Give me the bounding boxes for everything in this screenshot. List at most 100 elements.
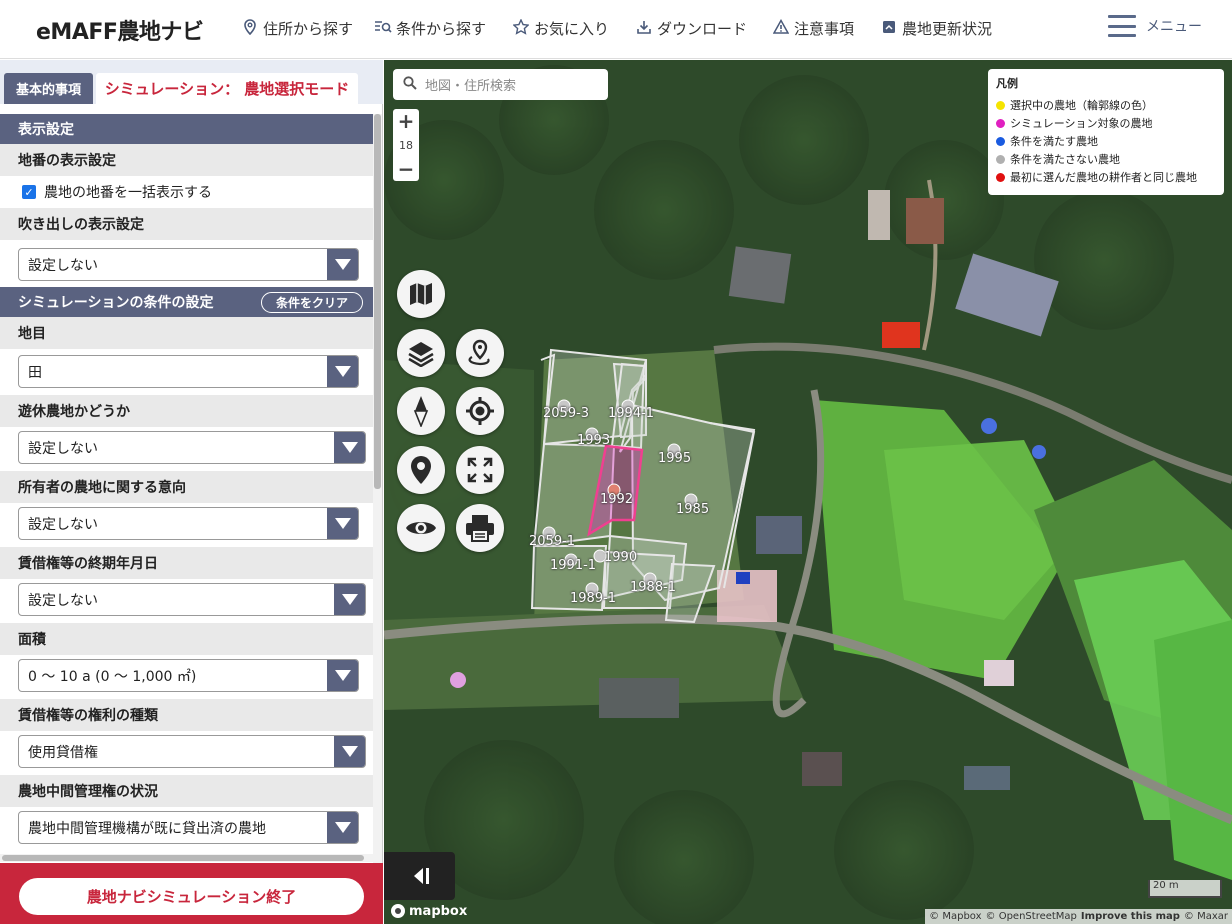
land-category-row: 田: [0, 349, 373, 389]
area-select[interactable]: 0 ～ 10 a (0 ～ 1,000 ㎡): [18, 659, 359, 692]
owner-intent-row: 設定しない: [0, 503, 373, 543]
visibility-button[interactable]: [397, 504, 445, 552]
parcel-label[interactable]: 1988-1: [630, 580, 676, 595]
legend-item: シミュレーション対象の農地: [996, 114, 1216, 132]
attrib-improve[interactable]: Improve this map: [1081, 911, 1180, 922]
parcel-label[interactable]: 2059-3: [543, 406, 589, 421]
horizontal-scrollbar[interactable]: [0, 854, 373, 862]
end-simulation-button[interactable]: 農地ナビシミュレーション終了: [19, 878, 364, 915]
parcel-label[interactable]: 1990: [604, 550, 637, 565]
fullscreen-button[interactable]: [456, 446, 504, 494]
nav-download[interactable]: ダウンロード: [635, 18, 747, 39]
nav-notes[interactable]: 注意事項: [772, 18, 854, 39]
vertical-scrollbar[interactable]: [373, 114, 382, 914]
checkbox-checked-icon[interactable]: ✓: [22, 185, 36, 199]
parcel-label[interactable]: 1985: [676, 502, 709, 517]
lease-type-row: 使用貸借権: [0, 731, 373, 771]
printer-icon: [466, 515, 494, 542]
layers-icon: [408, 342, 434, 367]
nav-favorites[interactable]: お気に入り: [512, 17, 609, 39]
search-placeholder: 地図・住所検索: [425, 79, 517, 94]
nav-label: 住所から探す: [263, 20, 354, 38]
display-settings-header: 表示設定: [0, 114, 373, 144]
chevron-down-icon: [327, 356, 358, 387]
parcel-label[interactable]: 2059-1: [529, 534, 575, 549]
collapse-left-icon: [413, 868, 429, 884]
warning-icon: [772, 18, 790, 39]
lease-end-date-select[interactable]: 設定しない: [18, 583, 366, 616]
intermediary-status-row: 農地中間管理機構が既に貸出済の農地: [0, 807, 373, 847]
chevron-down-icon: [334, 736, 365, 767]
clear-conditions-button[interactable]: 条件をクリア: [261, 292, 363, 313]
chevron-down-icon: [327, 508, 358, 539]
attrib-osm[interactable]: © OpenStreetMap: [986, 911, 1077, 922]
lot-number-checkbox-row[interactable]: ✓ 農地の地番を一括表示する: [0, 176, 373, 208]
parcel-label[interactable]: 1993: [577, 433, 610, 448]
land-category-label: 地目: [0, 317, 373, 349]
menu-label: メニュー: [1146, 19, 1202, 35]
parcel-label[interactable]: 1992: [600, 492, 633, 507]
layers-button[interactable]: [397, 329, 445, 377]
conditions-header: シミュレーションの条件の設定 条件をクリア: [0, 287, 373, 317]
nav-search-by-address[interactable]: 住所から探す: [241, 18, 353, 39]
marker-pin-icon: [411, 456, 431, 484]
area-row: 0 ～ 10 a (0 ～ 1,000 ㎡): [0, 655, 373, 695]
land-category-select[interactable]: 田: [18, 355, 359, 388]
map-view[interactable]: 2059-3 1994-1 1993 1995 1992 1985 2059-1…: [384, 60, 1232, 924]
conditions-title: シミュレーションの条件の設定: [18, 295, 214, 311]
map-icon: [410, 283, 432, 305]
legend-dot-icon: [996, 136, 1005, 146]
intermediary-status-select[interactable]: 農地中間管理機構が既に貸出済の農地: [18, 811, 359, 844]
download-icon: [635, 19, 653, 39]
balloon-label: 吹き出しの表示設定: [0, 208, 373, 240]
tab-simulation[interactable]: シミュレーション： 農地選択モード: [96, 73, 358, 104]
balloon-select[interactable]: 設定しない: [18, 248, 359, 281]
zoom-in-button[interactable]: +: [398, 111, 415, 131]
legend-title: 凡例: [996, 77, 1018, 90]
tab-basic-info[interactable]: 基本的事項: [4, 73, 93, 104]
legend-label: 条件を満たす農地: [1010, 135, 1098, 148]
compass-button[interactable]: [397, 387, 445, 435]
route-pin-icon: [468, 339, 490, 366]
sidebar: 基本的事項 シミュレーション： 農地選択モード 表示設定 地番の表示設定 ✓ 農…: [0, 60, 383, 924]
legend-dot-icon: [996, 118, 1005, 128]
lease-end-date-label: 賃借権等の終期年月日: [0, 547, 373, 579]
print-button[interactable]: [456, 504, 504, 552]
attrib-mapbox[interactable]: © Mapbox: [929, 911, 981, 922]
map-style-button[interactable]: [397, 270, 445, 318]
zoom-out-button[interactable]: −: [398, 159, 415, 179]
mapbox-icon: [391, 904, 405, 918]
owner-intent-label: 所有者の農地に関する意向: [0, 471, 373, 503]
nav-update-status[interactable]: 農地更新状況: [880, 18, 992, 39]
nav-search-by-condition[interactable]: 条件から探す: [374, 18, 486, 39]
route-button[interactable]: [456, 329, 504, 377]
map-search-input[interactable]: 地図・住所検索: [393, 69, 608, 100]
attrib-maxar[interactable]: © Maxar: [1184, 911, 1228, 922]
settings-panel: 表示設定 地番の表示設定 ✓ 農地の地番を一括表示する 吹き出しの表示設定 設定…: [0, 114, 373, 914]
legend-label: シミュレーション対象の農地: [1010, 117, 1153, 130]
mapbox-logo[interactable]: mapbox: [390, 903, 467, 919]
current-location-button[interactable]: [456, 387, 504, 435]
eye-icon: [406, 522, 436, 534]
area-label: 面積: [0, 623, 373, 655]
parcel-label[interactable]: 1995: [658, 451, 691, 466]
mapbox-wordmark: mapbox: [409, 903, 468, 919]
idle-land-row: 設定しない: [0, 427, 373, 467]
lease-end-date-row: 設定しない: [0, 579, 373, 619]
menu-button[interactable]: メニュー: [1108, 15, 1202, 37]
lease-type-select[interactable]: 使用貸借権: [18, 735, 366, 768]
parcel-label[interactable]: 1994-1: [608, 406, 654, 421]
scrollbar-thumb[interactable]: [2, 855, 364, 861]
filter-search-icon: [374, 20, 392, 38]
app-logo[interactable]: eMAFF農地ナビ: [36, 14, 204, 46]
lease-type-label: 賃借権等の権利の種類: [0, 699, 373, 731]
nav-label: 農地更新状況: [902, 20, 993, 38]
sidebar-footer: 農地ナビシミュレーション終了: [0, 863, 383, 924]
idle-land-select[interactable]: 設定しない: [18, 431, 366, 464]
owner-intent-select[interactable]: 設定しない: [18, 507, 359, 540]
scrollbar-thumb[interactable]: [374, 114, 381, 489]
parcel-label[interactable]: 1989-1: [570, 591, 616, 606]
parcel-label[interactable]: 1991-1: [550, 558, 596, 573]
collapse-sidebar-button[interactable]: [384, 852, 455, 900]
marker-button[interactable]: [397, 446, 445, 494]
